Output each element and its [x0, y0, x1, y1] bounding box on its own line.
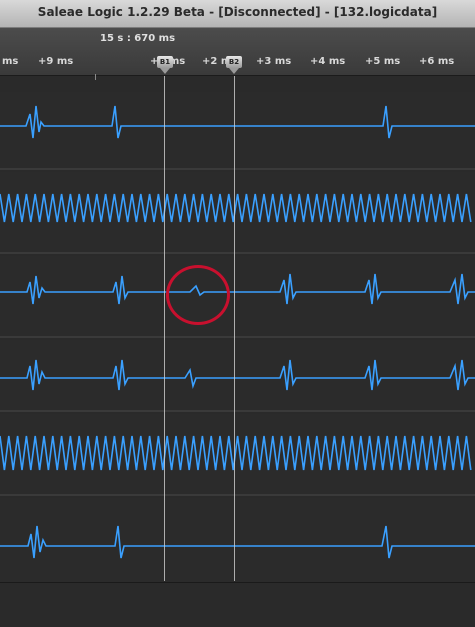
tick-line [95, 74, 96, 80]
marker-b2[interactable]: B2 [226, 56, 242, 76]
channel-1[interactable] [0, 92, 475, 170]
window-title: Saleae Logic 1.2.29 Beta - [Disconnected… [37, 5, 438, 19]
channel-3-waveform [0, 273, 475, 305]
tick-label: +5 ms [365, 56, 401, 67]
marker-b2-line [234, 76, 235, 581]
absolute-time-label: 15 s : 670 ms [100, 33, 176, 44]
tick-label: +3 ms [256, 56, 292, 67]
channel-5[interactable] [0, 414, 475, 496]
channel-1-waveform [0, 105, 475, 139]
marker-b1[interactable]: B1 [157, 56, 173, 76]
channel-2[interactable] [0, 172, 475, 254]
channel-6-waveform [0, 525, 475, 559]
tick-label: +9 ms [38, 56, 74, 67]
tick-label: +4 ms [310, 56, 346, 67]
marker-b1-label: B1 [157, 56, 173, 68]
channel-6[interactable] [0, 498, 475, 582]
marker-pointer-icon [160, 68, 170, 74]
channel-4-waveform [0, 359, 475, 391]
channel-3[interactable] [0, 256, 475, 338]
marker-b1-line [164, 76, 165, 581]
channel-4[interactable] [0, 340, 475, 412]
marker-pointer-icon [229, 68, 239, 74]
bottom-panel [0, 582, 475, 627]
channel-5-waveform [0, 435, 472, 471]
tick-label: ms [2, 56, 19, 67]
marker-b2-label: B2 [226, 56, 242, 68]
title-bar: Saleae Logic 1.2.29 Beta - [Disconnected… [0, 0, 475, 28]
tick-label: +6 ms [419, 56, 455, 67]
anomaly-highlight-circle [166, 265, 230, 325]
channel-2-waveform [0, 193, 472, 223]
